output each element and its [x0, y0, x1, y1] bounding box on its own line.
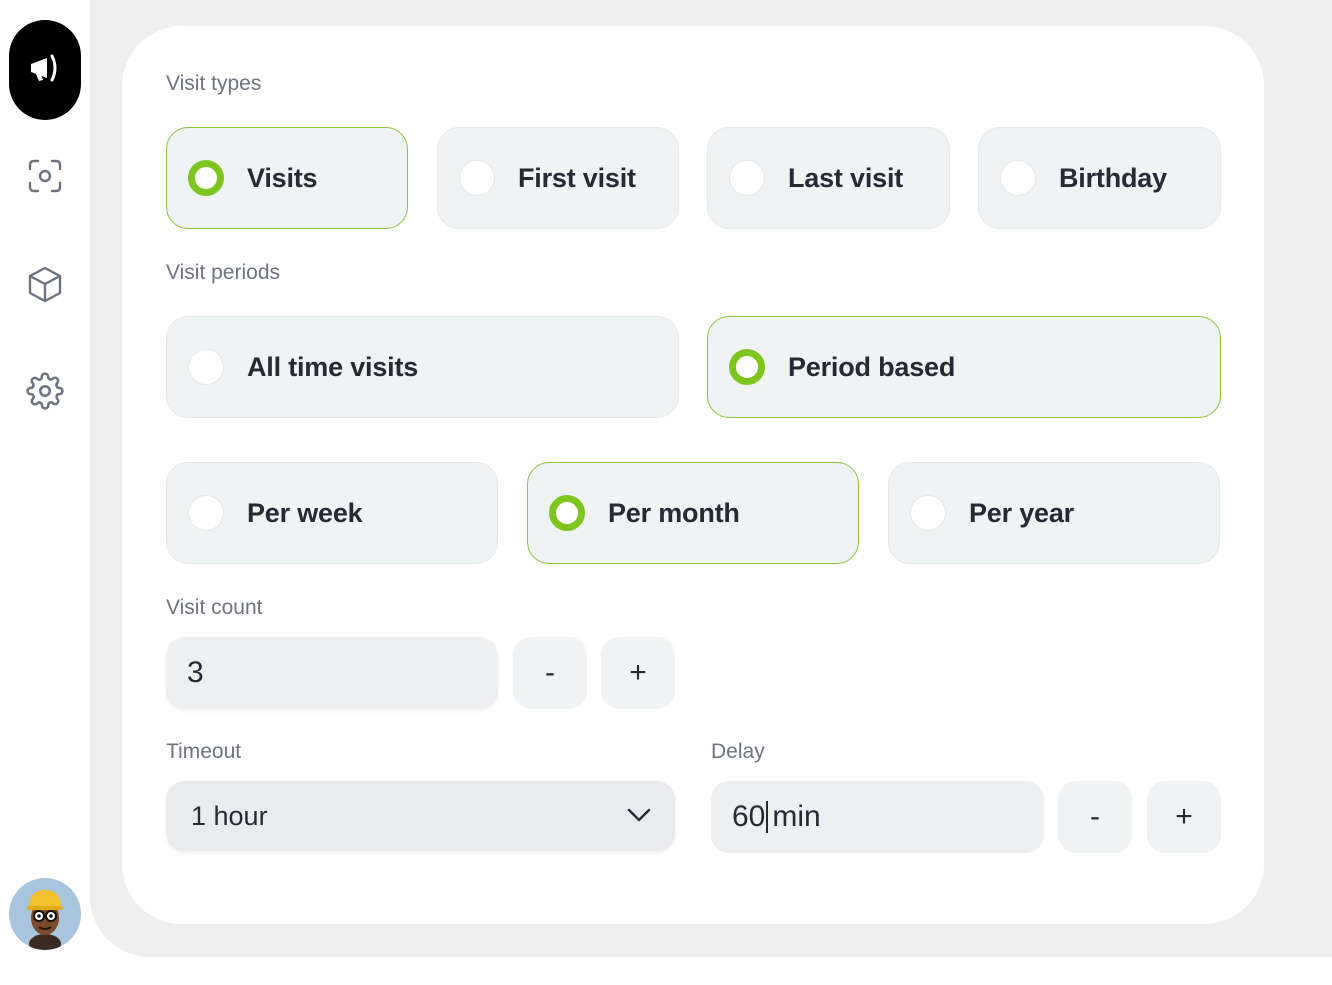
- radio-indicator: [729, 160, 765, 196]
- period-per-year[interactable]: Per year: [888, 462, 1220, 564]
- timeout-select[interactable]: 1 hour: [166, 781, 675, 851]
- visit-type-visits[interactable]: Visits: [166, 127, 408, 229]
- timeout-label: Timeout: [166, 740, 242, 763]
- delay-label: Delay: [711, 740, 765, 763]
- scan-icon: [27, 158, 63, 199]
- option-label: All time visits: [247, 351, 419, 382]
- radio-indicator: [188, 495, 224, 531]
- nav-scan[interactable]: [25, 158, 65, 198]
- visit-periods-label: Visit periods: [166, 261, 281, 284]
- user-avatar[interactable]: [9, 878, 81, 950]
- visit-types-label: Visit types: [166, 72, 262, 95]
- radio-indicator: [459, 160, 495, 196]
- option-label: Per week: [247, 497, 363, 528]
- option-label: Visits: [247, 162, 318, 193]
- visit-count-value: 3: [187, 656, 204, 689]
- gear-icon: [26, 371, 64, 415]
- option-label: First visit: [518, 162, 636, 193]
- visit-count-input[interactable]: 3: [166, 637, 498, 709]
- option-label: Per year: [969, 497, 1074, 528]
- visit-type-first-visit[interactable]: First visit: [437, 127, 679, 229]
- visit-count-decrement-button[interactable]: -: [513, 637, 587, 709]
- visit-count-increment-button[interactable]: +: [601, 637, 675, 709]
- delay-input[interactable]: 60 min: [711, 781, 1044, 853]
- radio-indicator: [729, 349, 765, 385]
- text-cursor: [766, 801, 769, 833]
- option-label: Last visit: [788, 162, 904, 193]
- radio-indicator: [549, 495, 585, 531]
- option-label: Per month: [608, 497, 740, 528]
- period-per-month[interactable]: Per month: [527, 462, 859, 564]
- period-all-time[interactable]: All time visits: [166, 316, 679, 418]
- radio-indicator: [188, 160, 224, 196]
- delay-decrement-button[interactable]: -: [1058, 781, 1132, 853]
- option-label: Birthday: [1059, 162, 1167, 193]
- radio-indicator: [188, 349, 224, 385]
- period-based[interactable]: Period based: [707, 316, 1221, 418]
- visit-count-label: Visit count: [166, 596, 263, 619]
- sidebar: [0, 0, 90, 985]
- campaigns-button[interactable]: [9, 20, 81, 120]
- chevron-down-icon: [627, 807, 651, 828]
- radio-indicator: [910, 495, 946, 531]
- visit-type-birthday[interactable]: Birthday: [978, 127, 1221, 229]
- nav-settings[interactable]: [25, 371, 65, 415]
- delay-value: 60: [732, 800, 766, 833]
- visit-type-last-visit[interactable]: Last visit: [707, 127, 950, 229]
- nav-products[interactable]: [25, 266, 65, 306]
- megaphone-icon: [25, 48, 65, 93]
- period-per-week[interactable]: Per week: [166, 462, 498, 564]
- radio-indicator: [1000, 160, 1036, 196]
- delay-increment-button[interactable]: +: [1147, 781, 1221, 853]
- cube-icon: [26, 265, 64, 308]
- option-label: Period based: [788, 351, 956, 382]
- delay-unit: min: [772, 800, 821, 833]
- timeout-value: 1 hour: [191, 800, 268, 831]
